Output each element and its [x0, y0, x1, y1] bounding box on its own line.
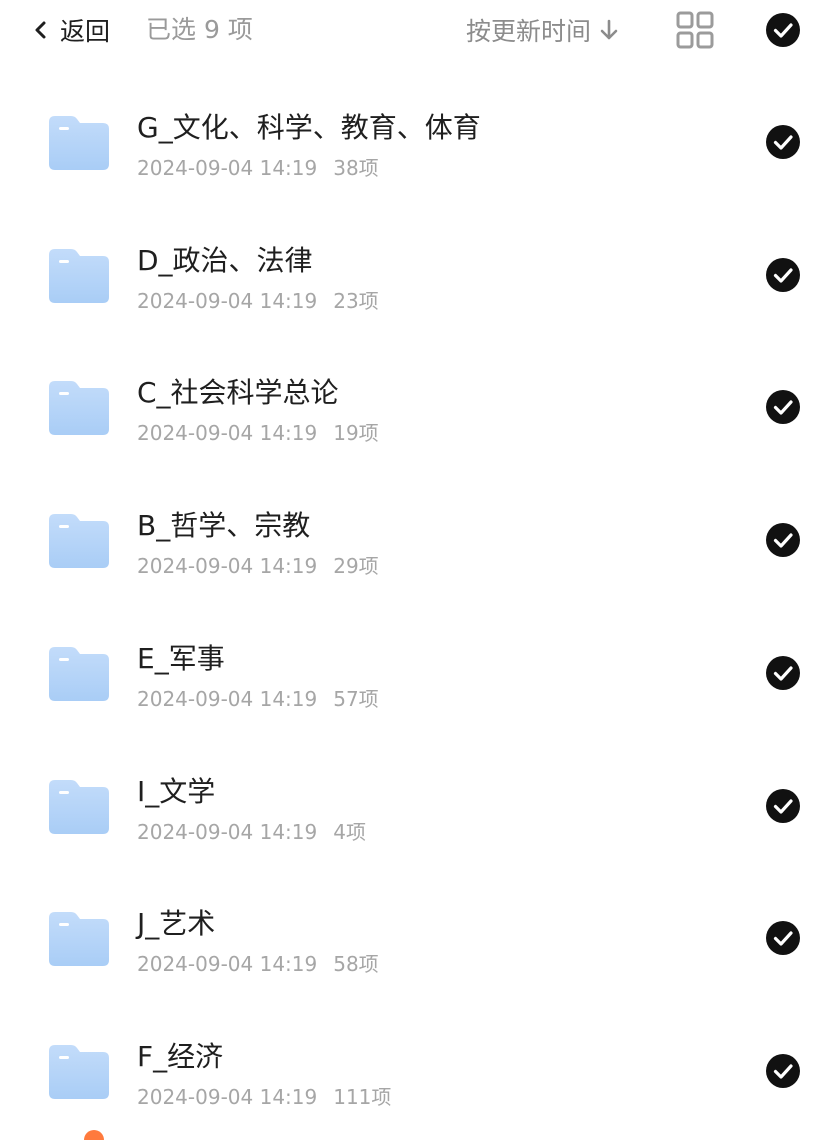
folder-name: C_社会科学总论 — [137, 376, 339, 409]
folder-icon — [49, 780, 109, 834]
folder-name: I_文学 — [137, 775, 216, 808]
folder-meta: 2024-09-04 14:19 58项 — [137, 948, 379, 977]
folder-item-count: 23项 — [333, 289, 379, 313]
folder-icon — [49, 116, 109, 170]
folder-row[interactable]: I_文学 2024-09-04 14:19 4项 — [0, 736, 828, 868]
folder-meta: 2024-09-04 14:19 29项 — [137, 550, 379, 579]
folder-row[interactable]: B_哲学、宗教 2024-09-04 14:19 29项 — [0, 470, 828, 602]
folder-icon — [49, 1045, 109, 1099]
folder-row[interactable]: J_艺术 2024-09-04 14:19 58项 — [0, 868, 828, 1000]
folder-row[interactable]: E_军事 2024-09-04 14:19 57项 — [0, 603, 828, 735]
folder-row[interactable]: F_经济 2024-09-04 14:19 111项 — [0, 1001, 828, 1133]
check-circle-icon[interactable] — [765, 124, 801, 160]
folder-row[interactable]: D_政治、法律 2024-09-04 14:19 23项 — [0, 205, 828, 337]
folder-item-count: 57项 — [333, 687, 379, 711]
folder-name: J_艺术 — [137, 907, 216, 940]
folder-row[interactable]: C_社会科学总论 2024-09-04 14:19 19项 — [0, 337, 828, 469]
folder-row[interactable]: G_文化、科学、教育、体育 2024-09-04 14:19 38项 — [0, 72, 828, 204]
folder-name: G_文化、科学、教育、体育 — [137, 111, 481, 144]
check-circle-icon[interactable] — [765, 389, 801, 425]
folder-date: 2024-09-04 14:19 — [137, 820, 318, 844]
folder-icon — [49, 249, 109, 303]
folder-meta: 2024-09-04 14:19 4项 — [137, 816, 366, 845]
folder-icon — [49, 647, 109, 701]
file-list: G_文化、科学、教育、体育 2024-09-04 14:19 38项 D_政治、法律 2… — [0, 0, 828, 1137]
folder-meta: 2024-09-04 14:19 57项 — [137, 683, 379, 712]
folder-icon — [49, 514, 109, 568]
folder-date: 2024-09-04 14:19 — [137, 1085, 318, 1109]
folder-item-count: 111项 — [333, 1085, 392, 1109]
check-circle-icon[interactable] — [765, 920, 801, 956]
folder-item-count: 58项 — [333, 952, 379, 976]
folder-date: 2024-09-04 14:19 — [137, 952, 318, 976]
folder-name: E_军事 — [137, 642, 225, 675]
folder-icon — [49, 912, 109, 966]
folder-date: 2024-09-04 14:19 — [137, 421, 318, 445]
folder-meta: 2024-09-04 14:19 23项 — [137, 285, 379, 314]
folder-item-count: 19项 — [333, 421, 379, 445]
check-circle-icon[interactable] — [765, 655, 801, 691]
check-circle-icon[interactable] — [765, 257, 801, 293]
folder-item-count: 29项 — [333, 554, 379, 578]
check-circle-icon[interactable] — [765, 1053, 801, 1089]
folder-item-count: 38项 — [333, 156, 379, 180]
folder-meta: 2024-09-04 14:19 111项 — [137, 1081, 391, 1110]
folder-icon — [49, 381, 109, 435]
folder-meta: 2024-09-04 14:19 19项 — [137, 417, 379, 446]
folder-date: 2024-09-04 14:19 — [137, 156, 318, 180]
folder-date: 2024-09-04 14:19 — [137, 687, 318, 711]
folder-name: B_哲学、宗教 — [137, 509, 311, 542]
check-circle-icon[interactable] — [765, 788, 801, 824]
check-circle-icon[interactable] — [765, 522, 801, 558]
folder-item-count: 4项 — [333, 820, 366, 844]
folder-name: F_经济 — [137, 1040, 224, 1073]
folder-name: D_政治、法律 — [137, 244, 313, 277]
folder-meta: 2024-09-04 14:19 38项 — [137, 152, 379, 181]
folder-date: 2024-09-04 14:19 — [137, 554, 318, 578]
folder-date: 2024-09-04 14:19 — [137, 289, 318, 313]
